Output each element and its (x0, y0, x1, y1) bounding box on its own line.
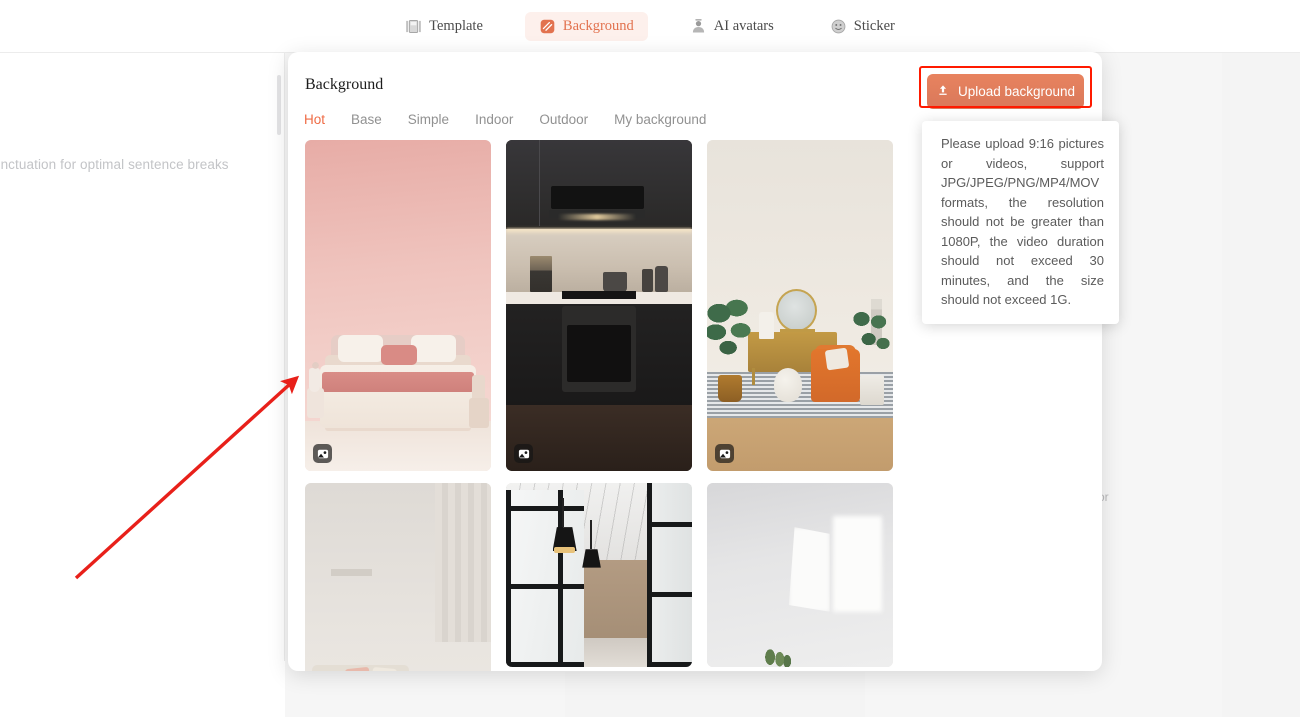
tab-sticker[interactable]: Sticker (816, 12, 909, 41)
ai-avatar-icon (690, 18, 707, 35)
upload-background-button[interactable]: Upload background (927, 74, 1084, 109)
editor-left-panel (0, 53, 285, 661)
image-icon (715, 444, 734, 463)
tab-ai-avatars[interactable]: AI avatars (676, 12, 788, 41)
industrial-loft-artwork (506, 483, 692, 667)
thumbnail-dark-kitchen[interactable] (506, 140, 692, 471)
category-base[interactable]: Base (351, 112, 382, 127)
left-panel-scrollbar[interactable] (277, 75, 281, 135)
tab-ai-avatars-label: AI avatars (713, 17, 774, 34)
dark-kitchen-artwork (506, 140, 692, 471)
sunlit-white-wall-artwork (707, 483, 893, 667)
thumbnail-sunlit-white-wall[interactable] (707, 483, 893, 667)
app-root: rrect punctuation for optimal sentence b… (0, 0, 1300, 717)
boho-living-room-artwork (707, 140, 893, 471)
upload-icon (936, 83, 950, 100)
category-simple[interactable]: Simple (408, 112, 449, 127)
upload-requirements-tooltip: Please upload 9:16 pictures or videos, s… (922, 121, 1119, 324)
top-toolbar: Template Background AI avatars Sticker (0, 0, 1300, 53)
category-tabs: Hot Base Simple Indoor Outdoor My backgr… (304, 112, 706, 127)
tab-background-label: Background (562, 17, 634, 34)
thumbnail-pink-bedroom[interactable] (305, 140, 491, 471)
pink-bedroom-artwork (305, 140, 491, 471)
category-my-background[interactable]: My background (614, 112, 706, 127)
image-icon (514, 444, 533, 463)
tab-sticker-label: Sticker (853, 17, 895, 34)
sticker-icon (830, 18, 847, 35)
category-outdoor[interactable]: Outdoor (539, 112, 588, 127)
thumbnail-industrial-loft[interactable] (506, 483, 692, 667)
upload-background-label: Upload background (957, 84, 1076, 99)
tab-template[interactable]: Template (391, 12, 497, 41)
thumbnail-beige-sofa-room[interactable] (305, 483, 491, 671)
editor-bottom-strip (565, 672, 865, 717)
background-icon (539, 18, 556, 35)
category-indoor[interactable]: Indoor (475, 112, 513, 127)
image-icon (313, 444, 332, 463)
editor-right-strip (1222, 53, 1300, 717)
left-panel-hint-text: rrect punctuation for optimal sentence b… (0, 157, 229, 172)
tab-template-label: Template (429, 17, 483, 34)
tab-background[interactable]: Background (524, 11, 648, 41)
template-icon (405, 18, 422, 35)
beige-sofa-room-artwork (305, 483, 491, 671)
panel-title: Background (305, 76, 384, 93)
category-hot[interactable]: Hot (304, 112, 325, 127)
thumbnail-boho-living-room[interactable] (707, 140, 893, 471)
